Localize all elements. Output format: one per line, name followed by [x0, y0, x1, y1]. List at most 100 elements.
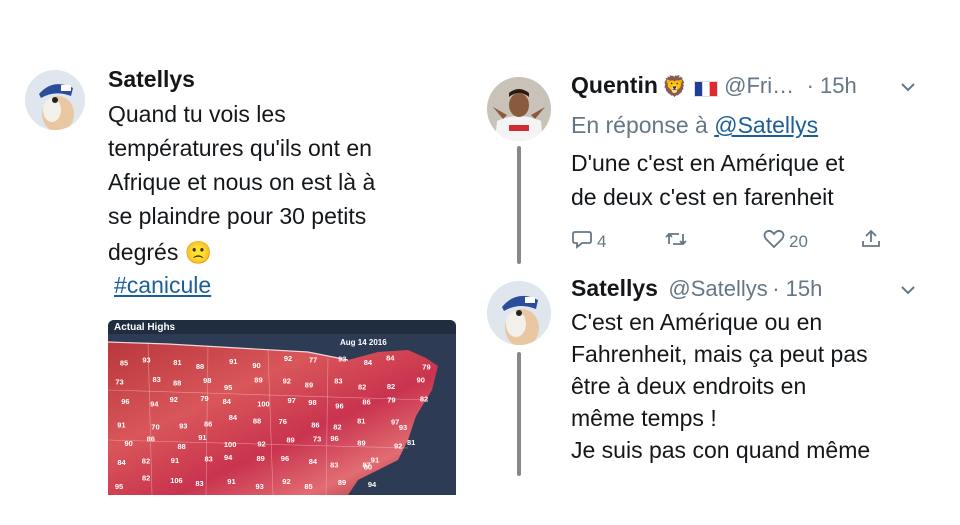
map-temperature-label: 94 — [368, 480, 377, 489]
text-line: Fahrenheit, mais ça peut pas — [571, 341, 868, 367]
frown-emoji-icon: 🙁 — [184, 240, 213, 265]
map-temperature-label: 89 — [257, 454, 265, 463]
map-temperature-label: 79 — [200, 394, 208, 403]
satellys-avatar[interactable] — [25, 70, 85, 130]
thread-line — [517, 352, 521, 476]
share-icon — [860, 229, 882, 254]
map-temperature-label: 82 — [142, 457, 150, 466]
text-line: même temps ! — [571, 405, 717, 431]
map-temperature-label: 83 — [334, 377, 342, 386]
map-temperature-label: 93 — [338, 355, 346, 364]
reply-context: En réponse à @Satellys — [571, 112, 818, 139]
map-temperature-label: 93 — [179, 422, 187, 431]
map-temperature-label: 96 — [121, 397, 129, 406]
map-temperature-label: 83 — [195, 479, 203, 488]
chevron-down-icon[interactable] — [900, 80, 916, 98]
map-temperature-label: 86 — [362, 397, 370, 406]
map-temperature-label: 92 — [284, 354, 292, 363]
satellys-avatar[interactable] — [487, 281, 551, 345]
reply2-header: Satellys @Satellys · 15h — [571, 275, 822, 302]
map-temperature-label: 91 — [117, 421, 125, 430]
map-temperature-label: 90 — [125, 439, 133, 448]
map-temperature-label: 82 — [333, 423, 341, 432]
map-temperature-label: 106 — [170, 476, 183, 485]
share-button[interactable] — [860, 229, 882, 254]
map-temperature-label: 91 — [227, 477, 235, 486]
map-temperature-label: 96 — [281, 454, 289, 463]
map-temperature-label: 77 — [309, 355, 317, 364]
map-temperature-label: 91 — [229, 357, 237, 366]
map-temperature-label: 70 — [151, 423, 159, 432]
map-temperature-label: 88 — [173, 379, 181, 388]
text-line: de deux c'est en farenheit — [571, 184, 834, 210]
lion-emoji-icon: 🦁 — [662, 76, 688, 98]
map-temperature-label: 97 — [288, 396, 296, 405]
map-temperature-label: 83 — [330, 461, 338, 470]
thread-line — [517, 146, 521, 264]
map-temperature-label: 91 — [171, 456, 179, 465]
reply1-header: Quentin 🦁 @Fri… · 15h — [571, 72, 857, 99]
map-temperature-label: 76 — [279, 417, 287, 426]
map-temperature-label: 81 — [173, 358, 181, 367]
map-temperature-label: 96 — [335, 401, 343, 410]
map-temperature-label: 82 — [420, 394, 428, 403]
quentin-avatar[interactable] — [487, 77, 551, 141]
tweet-time[interactable]: · 15h — [807, 73, 857, 98]
map-temperature-label: 84 — [229, 413, 238, 422]
map-temperature-label: 88 — [196, 362, 204, 371]
author-handle[interactable]: @Fri… — [724, 73, 794, 98]
map-temperature-label: 96 — [330, 434, 338, 443]
map-temperature-label: 92 — [394, 441, 402, 450]
map-temperature-label: 86 — [147, 434, 155, 443]
retweet-button[interactable] — [664, 229, 688, 254]
hashtag-link[interactable]: #canicule — [114, 268, 211, 302]
tweet-time[interactable]: · 15h — [772, 276, 822, 301]
author-name[interactable]: Satellys — [108, 66, 195, 93]
reply-count: 4 — [597, 231, 607, 251]
map-temperature-label: 81 — [407, 438, 415, 447]
map-temperature-label: 86 — [311, 420, 319, 429]
reply-prefix: En réponse à — [571, 112, 715, 138]
reply-button[interactable]: 4 — [571, 229, 606, 254]
map-temperature-label: 92 — [170, 395, 178, 404]
map-temperature-label: 93 — [256, 482, 264, 491]
author-name[interactable]: Quentin — [571, 72, 658, 98]
map-temperature-label: 79 — [387, 395, 395, 404]
tweet-text: Quand tu vois les températures qu'ils on… — [108, 97, 375, 272]
map-temperature-label: 92 — [282, 477, 290, 486]
tweet-text: C'est en Amérique ou en Fahrenheit, mais… — [571, 306, 870, 466]
chevron-down-icon[interactable] — [900, 283, 916, 301]
map-temperature-label: 73 — [115, 377, 123, 386]
tweet-text: D'une c'est en Amérique et de deux c'est… — [571, 146, 844, 214]
text-line: être à deux endroits en — [571, 373, 807, 399]
map-temperature-label: 95 — [224, 383, 232, 392]
map-temperature-label: 89 — [286, 435, 294, 444]
map-temperature-label: 98 — [203, 376, 211, 385]
map-temperature-label: 88 — [178, 442, 186, 451]
map-temperature-label: 73 — [313, 435, 321, 444]
map-temperature-label: 92 — [257, 440, 265, 449]
map-temperature-label: 82 — [142, 474, 150, 483]
author-name[interactable]: Satellys — [571, 275, 658, 301]
map-temperature-label: 82 — [387, 382, 395, 391]
map-temperature-label: 84 — [386, 354, 395, 363]
text-line: Afrique et nous on est là à — [108, 169, 376, 195]
map-date: Aug 14 2016 — [340, 338, 387, 347]
text-line: D'une c'est en Amérique et — [571, 150, 845, 176]
map-temperature-label: 83 — [205, 454, 213, 463]
like-button[interactable]: 20 — [763, 229, 808, 254]
map-temperature-label: 94 — [150, 400, 159, 409]
map-temperature-label: 83 — [153, 375, 161, 384]
map-temperature-label: 82 — [358, 382, 366, 391]
text-line: Quand tu vois les — [108, 101, 286, 127]
text-word: degrés — [108, 239, 179, 265]
map-temperature-label: 86 — [204, 419, 212, 428]
author-handle[interactable]: @Satellys — [668, 276, 767, 301]
map-temperature-label: 84 — [364, 358, 373, 367]
text-line: températures qu'ils ont en — [108, 135, 372, 161]
temperature-map-image[interactable]: Actual Highs Aug 14 2016 85 93 81 88 91 90 92 7… — [108, 320, 456, 495]
map-title: Actual Highs — [114, 322, 176, 333]
reply-to-link[interactable]: @Satellys — [714, 112, 818, 138]
map-temperature-label: 93 — [142, 355, 150, 364]
map-temperature-label: 84 — [117, 458, 126, 467]
